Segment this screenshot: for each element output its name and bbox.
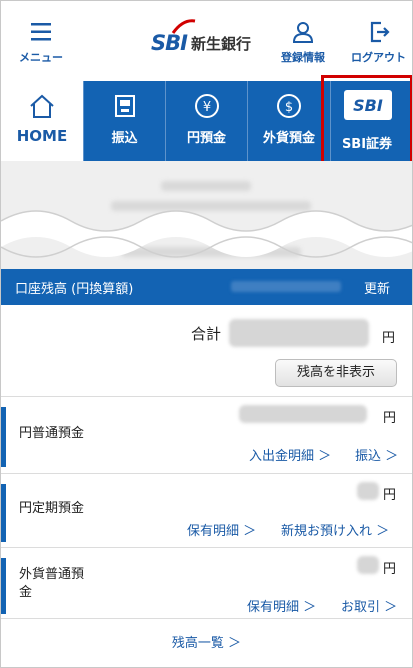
total-yen-unit: 円 bbox=[382, 331, 396, 346]
account-accent-bar bbox=[1, 484, 6, 542]
link-new-deposit[interactable]: 新規お預け入れ ＞ bbox=[281, 520, 389, 539]
blurred-amount bbox=[357, 556, 379, 574]
balance-header: 口座残高 (円換算額) 更新 bbox=[1, 269, 412, 305]
blurred-amount bbox=[357, 482, 379, 500]
svg-text:¥: ¥ bbox=[202, 100, 210, 115]
account-row-yen-time[interactable]: 円 円定期預金 保有明細 ＞ 新規お預け入れ ＞ bbox=[1, 473, 412, 547]
svg-text:$: $ bbox=[285, 100, 293, 115]
blurred-text bbox=[161, 181, 251, 191]
blurred-total-amount bbox=[229, 319, 369, 347]
balance-title: 口座残高 (円換算額) bbox=[15, 282, 134, 297]
account-row-yen-ordinary[interactable]: 円 円普通預金 入出金明細 ＞ 振込 ＞ bbox=[1, 396, 412, 473]
register-info-button[interactable]: 登録情報 bbox=[281, 21, 325, 65]
account-name: 円普通預金 bbox=[19, 426, 85, 441]
tab-transfer-label: 振込 bbox=[111, 131, 138, 146]
home-icon bbox=[30, 94, 54, 118]
atm-icon bbox=[114, 95, 135, 117]
tab-home[interactable]: HOME bbox=[1, 81, 83, 161]
menu-label: メニュー bbox=[19, 51, 63, 64]
tab-transfer[interactable]: 振込 bbox=[83, 81, 165, 161]
notice-area bbox=[1, 161, 412, 269]
total-label: 合計 bbox=[191, 325, 222, 343]
logo-bank-text: 新生銀行 bbox=[190, 34, 251, 53]
tab-sbi-securities[interactable]: SBI SBI証券 bbox=[321, 75, 412, 169]
link-holding-details[interactable]: 保有明細 ＞ bbox=[247, 596, 316, 615]
yen-coin-icon: ¥ bbox=[194, 94, 219, 118]
register-info-label: 登録情報 bbox=[281, 51, 325, 64]
link-transfer[interactable]: 振込 ＞ bbox=[355, 445, 398, 464]
logout-label: ログアウト bbox=[351, 51, 406, 64]
account-accent-bar bbox=[1, 558, 6, 614]
balance-list-link[interactable]: 残高一覧 ＞ bbox=[1, 618, 412, 667]
wave-divider bbox=[1, 210, 412, 258]
tab-yen-deposit-label: 円預金 bbox=[186, 131, 226, 146]
hamburger-icon bbox=[31, 23, 51, 41]
hide-balance-button[interactable]: 残高を非表示 bbox=[275, 359, 397, 387]
app-screen: メニュー SBI 新生銀行 登録情報 ログアウト HOME 振込 ¥ 円預金 $… bbox=[0, 0, 413, 668]
tab-yen-deposit[interactable]: ¥ 円預金 bbox=[165, 81, 247, 161]
blurred-timestamp bbox=[231, 281, 341, 292]
account-name: 円定期預金 bbox=[19, 501, 85, 516]
tab-fx-deposit[interactable]: $ 外貨預金 bbox=[247, 81, 330, 161]
tab-sbi-securities-label: SBI証券 bbox=[341, 137, 393, 152]
account-yen-unit: 円 bbox=[383, 411, 397, 426]
tab-fx-deposit-label: 外貨預金 bbox=[262, 131, 315, 146]
account-accent-bar bbox=[1, 407, 6, 467]
account-row-fx-ordinary[interactable]: 円 外貨普通預 金 保有明細 ＞ お取引 ＞ bbox=[1, 547, 412, 618]
update-button[interactable]: 更新 bbox=[364, 278, 390, 297]
logout-button[interactable]: ログアウト bbox=[351, 21, 406, 65]
sbi-badge-text: SBI bbox=[353, 95, 383, 115]
link-trade[interactable]: お取引 ＞ bbox=[341, 596, 397, 615]
account-yen-unit: 円 bbox=[383, 562, 397, 577]
account-yen-unit: 円 bbox=[383, 488, 397, 503]
tab-home-label: HOME bbox=[16, 127, 68, 145]
menu-button[interactable]: メニュー bbox=[19, 21, 63, 65]
account-name: 外貨普通預 金 bbox=[19, 567, 85, 600]
sbi-shinsei-logo[interactable]: SBI 新生銀行 bbox=[151, 19, 251, 55]
link-holding-details[interactable]: 保有明細 ＞ bbox=[187, 520, 256, 539]
dollar-coin-icon: $ bbox=[277, 94, 301, 118]
logo-swoosh-icon bbox=[171, 19, 196, 34]
link-transaction-history[interactable]: 入出金明細 ＞ bbox=[249, 445, 331, 464]
user-icon bbox=[292, 22, 314, 43]
logout-icon bbox=[370, 21, 390, 43]
sbi-logo-badge: SBI bbox=[344, 90, 392, 120]
blurred-amount bbox=[239, 405, 367, 423]
header: メニュー SBI 新生銀行 登録情報 ログアウト bbox=[1, 1, 412, 81]
